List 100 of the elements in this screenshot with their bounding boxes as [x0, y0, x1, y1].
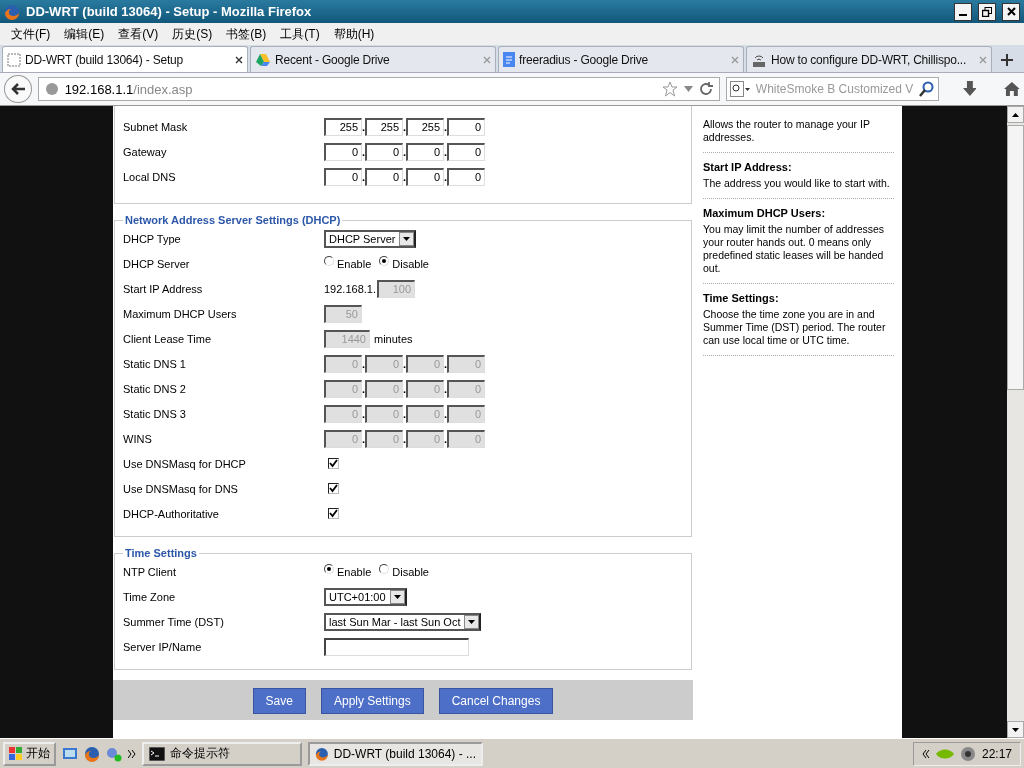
help-text: Allows the router to manage your IP addresses. — [703, 118, 871, 144]
back-button[interactable] — [4, 75, 32, 103]
taskbar-button[interactable]: 命令提示符 — [142, 741, 302, 766]
dot-separator: . — [362, 432, 365, 445]
checkbox[interactable] — [328, 458, 339, 469]
ip-octet-field[interactable]: 0 — [324, 167, 362, 186]
help-title: Start IP Address: — [703, 161, 793, 173]
menu-item[interactable]: 帮助(H) — [326, 25, 382, 43]
plus-icon — [1001, 54, 1013, 66]
field-label: Summer Time (DST) — [123, 615, 225, 628]
scroll-up-button[interactable] — [1007, 106, 1024, 123]
ip-octet-field[interactable]: 0 — [447, 142, 485, 161]
triangle-logo-icon — [255, 52, 271, 67]
dropdown-button-icon — [399, 231, 415, 246]
dot-separator: . — [362, 407, 365, 420]
dot-separator: . — [444, 145, 447, 158]
help-text: You may limit the number of addresses your router hands out. 0 means only predefined static leases will be handed out. — [703, 223, 886, 275]
checkbox[interactable] — [328, 483, 339, 494]
dot-separator: . — [362, 145, 365, 158]
ip-octet-field[interactable]: 0 — [365, 167, 403, 186]
field-label: Server IP/Name — [123, 640, 203, 653]
dropdown-button-icon — [464, 614, 480, 629]
ip-octet-field[interactable]: 0 — [447, 117, 485, 136]
menu-item[interactable]: 文件(F) — [4, 25, 58, 43]
field-label: Local DNS — [123, 170, 177, 183]
dot-separator: . — [444, 432, 447, 445]
start-button[interactable]: 开始 — [3, 741, 56, 766]
browser-tab[interactable]: freeradius - Google Drive — [498, 46, 744, 72]
dot-separator: . — [362, 382, 365, 395]
menu-item[interactable]: 工具(T) — [273, 25, 327, 43]
minimize-button[interactable] — [954, 2, 972, 21]
ip-octet-field[interactable]: 0 — [365, 142, 403, 161]
dropdown-arrow-icon[interactable] — [683, 86, 693, 92]
field-label: Client Lease Time — [123, 332, 213, 345]
field-label: WINS — [123, 432, 153, 445]
ip-octet-field[interactable]: 255 — [324, 117, 362, 136]
chevron-icon[interactable] — [921, 749, 930, 758]
menu-item[interactable]: 编辑(E) — [57, 25, 112, 43]
browser-tab[interactable]: Recent - Google Drive — [250, 46, 496, 72]
scroll-down-button[interactable] — [1007, 721, 1024, 738]
section-heading: Time Settings — [124, 547, 198, 559]
checkbox[interactable] — [328, 508, 339, 519]
dropdown[interactable]: DHCP Server — [324, 229, 417, 248]
input-field[interactable] — [324, 637, 469, 656]
field-label: Subnet Mask — [123, 120, 189, 133]
dot-separator: . — [444, 407, 447, 420]
star-icon[interactable] — [661, 81, 678, 97]
speaker-icon[interactable] — [959, 745, 976, 762]
ip-octet-field[interactable]: 0 — [406, 142, 444, 161]
ip-octet-field[interactable]: 0 — [324, 142, 362, 161]
checkmark-icon — [329, 459, 338, 468]
action-button[interactable]: Save — [252, 688, 306, 714]
close-icon[interactable] — [235, 55, 243, 64]
back-arrow-icon — [9, 82, 26, 96]
taskbar-button[interactable]: DD-WRT (build 13064) - ... — [308, 741, 483, 766]
dropdown[interactable]: UTC+01:00 — [324, 587, 407, 606]
menu-item[interactable]: 历史(S) — [165, 25, 220, 43]
unit-label: minutes — [374, 332, 413, 345]
help-title: Maximum DHCP Users: — [703, 207, 827, 219]
reload-icon[interactable] — [698, 82, 713, 96]
fox-globe-icon[interactable] — [84, 745, 100, 762]
ip-octet-field[interactable]: 0 — [447, 167, 485, 186]
dropdown-button-icon — [389, 589, 405, 604]
desktop-icon[interactable] — [62, 745, 78, 762]
dot-separator: . — [403, 120, 406, 133]
field-label: Use DNSMasq for DHCP — [123, 457, 247, 470]
dot-separator: . — [403, 432, 406, 445]
ip-octet-field[interactable]: 255 — [406, 117, 444, 136]
browser-tab[interactable]: DD-WRT (build 13064) - Setup — [2, 46, 248, 72]
dot-separator: . — [444, 170, 447, 183]
ip-octet-field[interactable]: 0 — [406, 167, 444, 186]
dot-separator: . — [403, 170, 406, 183]
dot-separator: . — [362, 120, 365, 133]
restore-button[interactable] — [978, 2, 996, 21]
chevron-icon[interactable] — [128, 749, 136, 758]
field-label: DHCP Server — [123, 257, 191, 270]
menu-item[interactable]: 查看(V) — [111, 25, 166, 43]
search-icon[interactable] — [918, 81, 935, 97]
action-button[interactable]: Apply Settings — [320, 688, 424, 714]
field-label: Maximum DHCP Users — [123, 307, 238, 320]
radio-label: Enable — [337, 565, 372, 578]
dot-separator: . — [362, 357, 365, 370]
home-icon[interactable] — [1004, 81, 1020, 97]
menu-item[interactable]: 书签(B) — [219, 25, 274, 43]
dropdown[interactable]: last Sun Mar - last Sun Oct — [324, 612, 482, 631]
download-icon[interactable] — [962, 81, 977, 97]
scroll-thumb[interactable] — [1007, 125, 1024, 390]
search-bar[interactable]: WhiteSmoke B Customized V — [725, 77, 939, 101]
close-button[interactable] — [1002, 2, 1020, 21]
browser-tab[interactable]: How to configure DD-WRT, Chillispo... — [746, 46, 992, 72]
caret-icon — [1012, 727, 1019, 732]
document-icon — [503, 52, 515, 67]
field-label: Gateway — [123, 145, 168, 158]
address-bar[interactable]: 192.168.1.1/index.asp — [37, 77, 720, 101]
globe-icon — [44, 82, 59, 96]
action-button[interactable]: Cancel Changes — [438, 688, 554, 714]
ip-prefix: 192.168.1. — [324, 282, 376, 295]
section-heading: Network Address Server Settings (DHCP) — [124, 214, 342, 226]
scrollbar[interactable] — [1007, 106, 1024, 738]
ip-octet-field[interactable]: 255 — [365, 117, 403, 136]
